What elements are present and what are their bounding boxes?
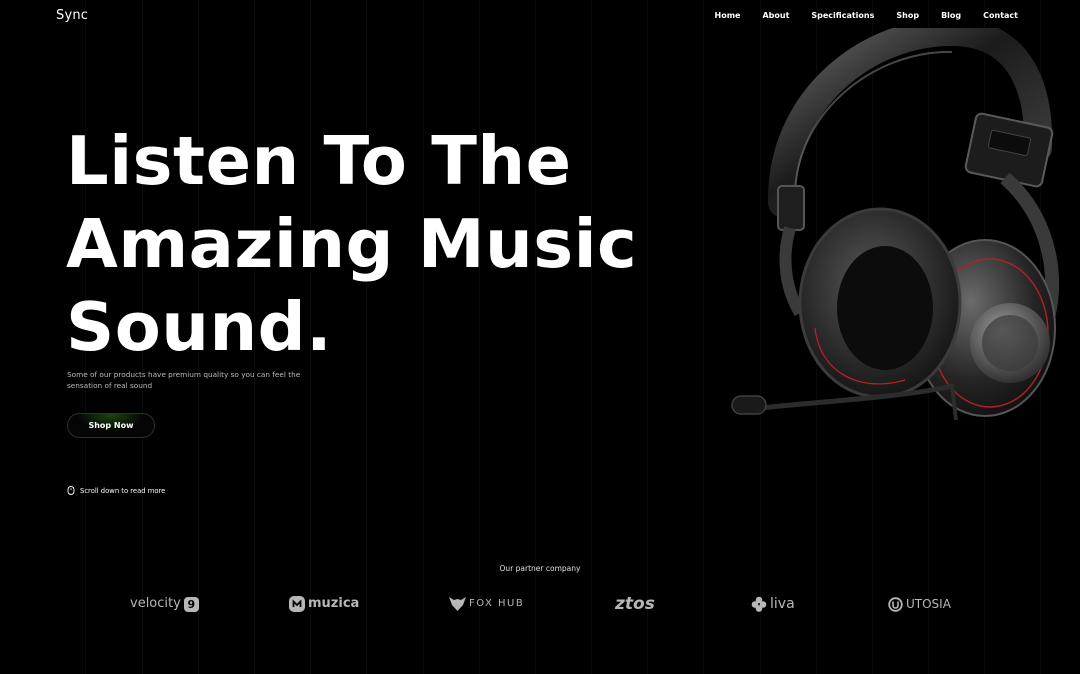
- nav-link-specifications[interactable]: Specifications: [811, 11, 874, 20]
- velocity-badge-number: 9: [187, 597, 196, 611]
- hero-title-line: Listen To The: [66, 122, 572, 200]
- partner-name: ztos: [615, 594, 655, 614]
- brand-logo[interactable]: Sync: [56, 8, 88, 23]
- partner-name: liva: [770, 596, 795, 612]
- hero-title-line: Sound.: [66, 288, 333, 366]
- scroll-hint[interactable]: Scroll down to read more: [67, 486, 165, 495]
- partner-logo-liva[interactable]: liva: [751, 595, 795, 613]
- nav-link-about[interactable]: About: [762, 11, 789, 20]
- partner-name: UTOSIA: [906, 597, 951, 611]
- partner-name: muzica: [308, 596, 360, 611]
- partners-label: Our partner company: [499, 564, 581, 573]
- fox-logo-icon: [449, 597, 466, 611]
- hero-subtitle: Some of our products have premium qualit…: [67, 370, 301, 390]
- partner-logo-muzica[interactable]: muzica: [289, 595, 359, 613]
- velocity-badge-icon: 9: [183, 596, 199, 612]
- partner-logo-velocity[interactable]: velocity 9: [130, 595, 199, 613]
- nav-link-shop[interactable]: Shop: [896, 11, 919, 20]
- mouse-icon: [67, 486, 75, 495]
- nav-link-home[interactable]: Home: [715, 11, 741, 20]
- partner-logo-foxhub[interactable]: FOX HUB: [449, 595, 524, 613]
- partner-logo-utosia[interactable]: UTOSIA: [888, 595, 951, 613]
- hero-title-line: Amazing Music: [66, 205, 638, 283]
- shop-now-button[interactable]: Shop Now: [67, 413, 155, 438]
- main-nav: Home About Specifications Shop Blog Cont…: [715, 11, 1019, 20]
- liva-logo-icon: [751, 596, 767, 612]
- nav-link-blog[interactable]: Blog: [941, 11, 961, 20]
- headphones-image: [731, 28, 1060, 421]
- nav-link-contact[interactable]: Contact: [983, 11, 1018, 20]
- scroll-hint-label: Scroll down to read more: [80, 486, 166, 495]
- partner-name: FOX HUB: [469, 598, 525, 609]
- partner-logo-ztos[interactable]: ztos: [615, 595, 655, 613]
- utosia-logo-icon: [888, 596, 903, 612]
- partner-name: velocity: [130, 596, 181, 611]
- hero-title: Listen To The Amazing Music Sound.: [66, 120, 637, 369]
- muzica-logo-icon: [289, 596, 305, 612]
